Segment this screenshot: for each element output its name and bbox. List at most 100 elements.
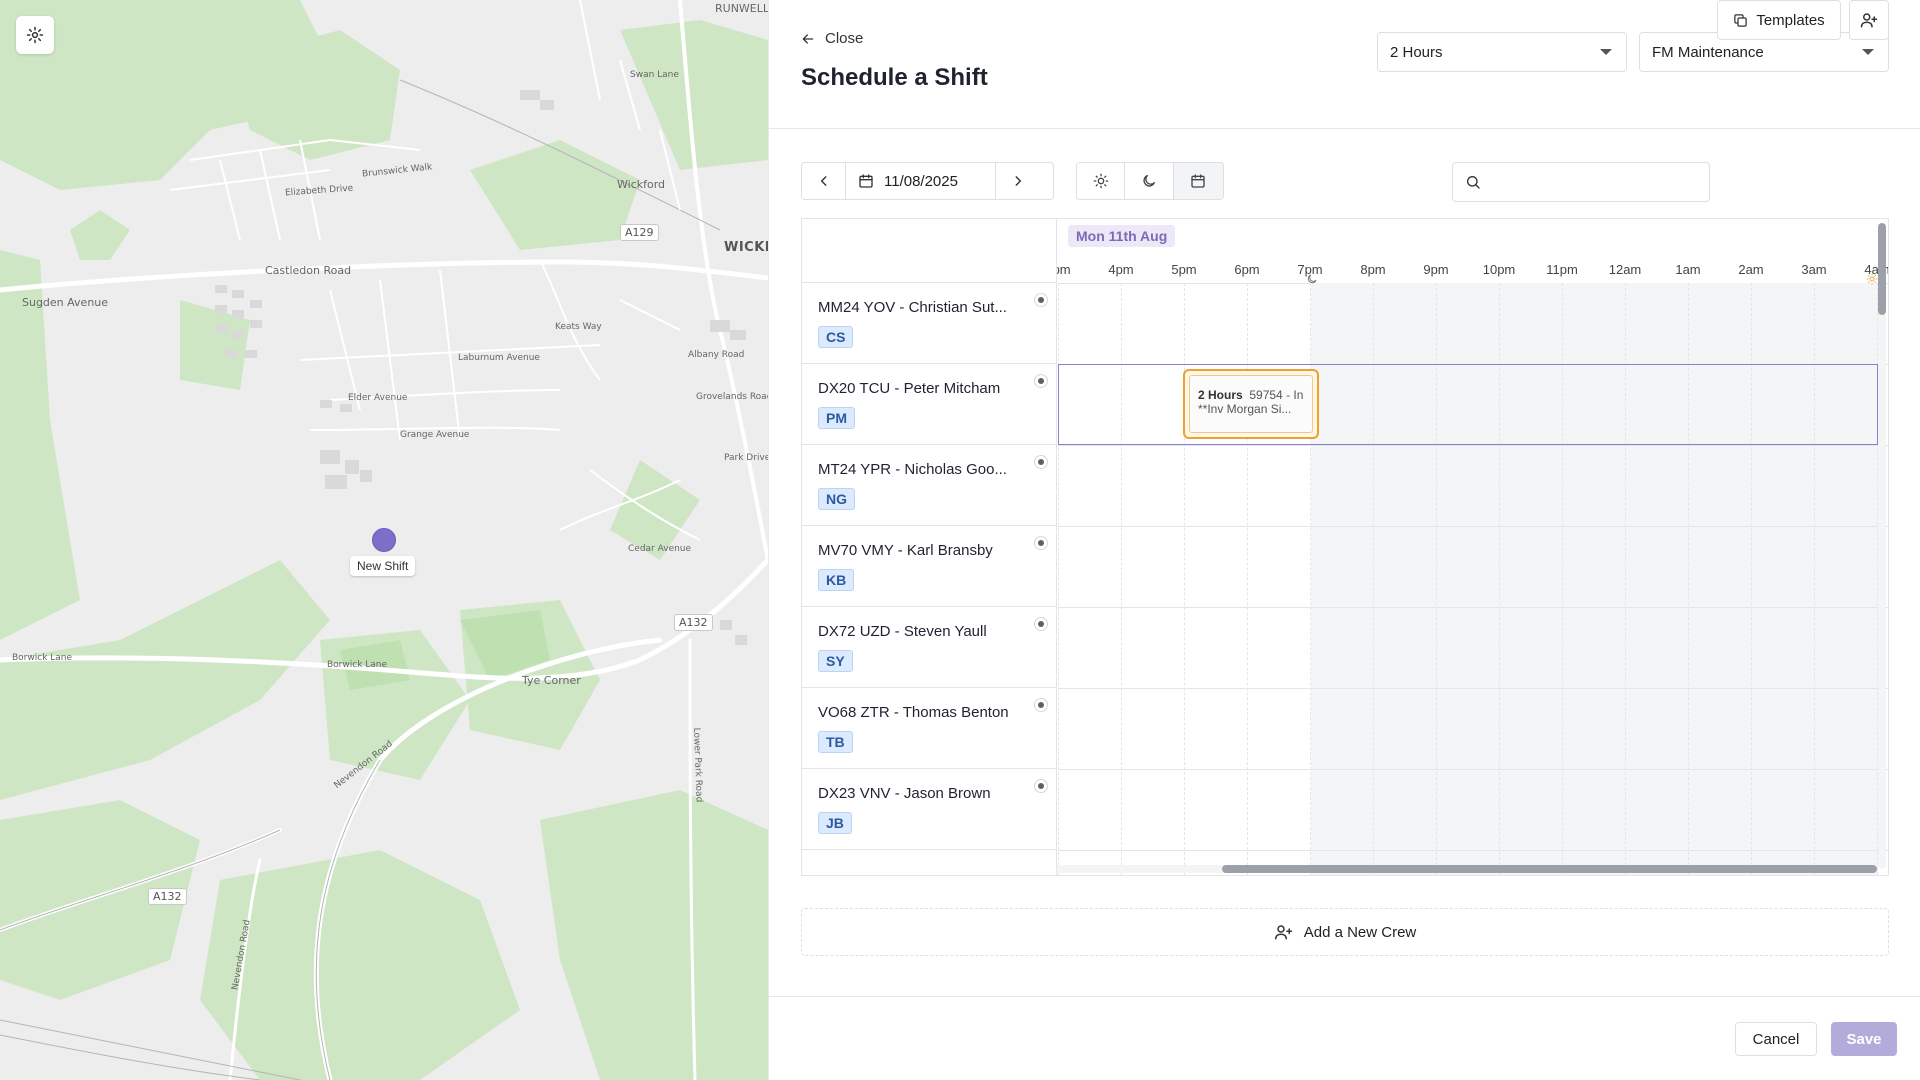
crew-name: DX23 VNV - Jason Brown	[818, 785, 991, 802]
map-label-albany-road: Albany Road	[688, 350, 745, 360]
moon-icon	[1307, 274, 1317, 284]
map-label-elder-avenue: Elder Avenue	[348, 393, 408, 403]
crew-menu-icon[interactable]	[1034, 455, 1048, 469]
hour-label: 10pm	[1482, 262, 1516, 277]
crew-menu-icon[interactable]	[1034, 698, 1048, 712]
hour-label: 8pm	[1360, 262, 1386, 277]
schedule-grid: MM24 YOV - Christian Sut... CS DX20 TCU - …	[801, 218, 1889, 876]
crew-row[interactable]: MT24 YPR - Nicholas Goo... NG	[802, 445, 1056, 526]
hour-label: 4pm	[1108, 262, 1134, 277]
map-label-runwell: RUNWELL	[715, 2, 768, 15]
night-view-button[interactable]	[1125, 163, 1174, 199]
map-label-borwick-lane-west: Borwick Lane	[12, 653, 73, 663]
hour-label: 12am	[1608, 262, 1642, 277]
crew-initials-badge: JB	[818, 812, 852, 834]
crew-row[interactable]: DX72 UZD - Steven Yaull SY	[802, 607, 1056, 688]
shift-block[interactable]: 2 Hours 59754 - In **Inv Morgan Si...	[1183, 369, 1319, 439]
hour-label: 3am	[1801, 262, 1827, 277]
search-icon	[1467, 176, 1480, 189]
next-day-button[interactable]	[996, 163, 1040, 199]
crew-initials-badge: KB	[818, 569, 855, 591]
crew-name: MM24 YOV - Christian Sut...	[818, 299, 1007, 316]
row-gridline	[1058, 850, 1888, 851]
map-label-wickford: Wickford	[617, 178, 666, 191]
crew-row[interactable]: DX20 TCU - Peter Mitcham PM	[802, 364, 1056, 445]
map-label-cedar-avenue: Cedar Avenue	[628, 544, 692, 554]
close-button[interactable]: Close	[801, 30, 863, 47]
map-label-castledon-road: Castledon Road	[265, 264, 352, 277]
day-view-button[interactable]	[1077, 163, 1126, 199]
page-title: Schedule a Shift	[801, 64, 988, 91]
row-gridline	[1058, 769, 1888, 770]
user-plus-icon	[1860, 13, 1878, 28]
day-label: Mon 11th Aug	[1068, 225, 1176, 247]
crew-menu-icon[interactable]	[1034, 779, 1048, 793]
vertical-scrollbar-thumb[interactable]	[1878, 223, 1886, 315]
crew-initials-badge: PM	[818, 407, 855, 429]
map-settings-button[interactable]	[16, 16, 54, 54]
hour-label: 11pm	[1546, 262, 1578, 277]
crew-row[interactable]: VO68 ZTR - Thomas Benton TB	[802, 688, 1056, 769]
vertical-scrollbar[interactable]	[1878, 223, 1886, 869]
previous-day-button[interactable]	[802, 163, 846, 199]
gear-icon	[26, 26, 44, 44]
crew-list: MM24 YOV - Christian Sut... CS DX20 TCU - …	[802, 219, 1057, 875]
calendar-icon	[859, 174, 873, 188]
crew-menu-icon[interactable]	[1034, 374, 1048, 388]
map-label-laburnum-avenue: Laburnum Avenue	[458, 353, 540, 363]
caret-down-icon	[1862, 49, 1874, 55]
horizontal-scrollbar-thumb[interactable]	[1222, 865, 1877, 873]
crew-initials-badge: CS	[818, 326, 854, 348]
add-user-button[interactable]	[1849, 0, 1889, 40]
crew-row[interactable]: DX23 VNV - Jason Brown JB	[802, 769, 1056, 850]
shift-block-content: 2 Hours 59754 - In **Inv Morgan Si...	[1189, 375, 1313, 433]
chevron-left-icon	[820, 176, 826, 186]
sun-icon	[1093, 173, 1109, 189]
chevron-right-icon	[1015, 176, 1022, 186]
add-crew-label: Add a New Crew	[1303, 923, 1417, 941]
search-input[interactable]	[1489, 174, 1709, 190]
shift-duration: 2 Hours	[1198, 388, 1243, 402]
arrow-left-icon	[802, 33, 814, 44]
moon-icon	[1143, 175, 1156, 187]
timeline[interactable]: Mon 11th Aug 3pm 4pm 5pm 6pm 7pm 8pm 9pm 10pm 11…	[1045, 219, 1888, 875]
crew-menu-icon[interactable]	[1034, 617, 1048, 631]
date-navigator: 11/08/2025	[801, 162, 1054, 200]
date-value: 11/08/2025	[884, 172, 958, 190]
hour-label: 2am	[1738, 262, 1764, 277]
map-label-grovelands-road: Grovelands Road	[696, 392, 768, 402]
crew-search[interactable]	[1452, 162, 1710, 202]
crew-menu-icon[interactable]	[1034, 536, 1048, 550]
row-gridline	[1058, 688, 1888, 689]
crew-initials-badge: SY	[818, 650, 853, 672]
add-crew-button[interactable]: Add a New Crew	[801, 908, 1889, 956]
header-divider	[769, 128, 1920, 129]
shift-job: 59754 - In	[1249, 388, 1304, 402]
map-label-sugden-avenue: Sugden Avenue	[22, 296, 109, 309]
shift-customer: **Inv Morgan Si...	[1198, 402, 1292, 416]
map-label-keats-way: Keats Way	[555, 322, 602, 332]
caret-down-icon	[1600, 49, 1612, 55]
map-view[interactable]: RUNWELL Wickford WICKFO Swan Lane Castle…	[0, 0, 768, 1080]
row-gridline	[1058, 445, 1888, 446]
view-mode-toggle	[1076, 162, 1224, 200]
crew-row[interactable]: MM24 YOV - Christian Sut... CS	[802, 283, 1056, 364]
footer-divider	[769, 996, 1920, 997]
map-label-wickford-town: WICKFO	[724, 240, 768, 255]
full-day-view-button[interactable]	[1173, 163, 1223, 199]
save-button[interactable]: Save	[1831, 1022, 1897, 1056]
new-shift-marker-label: New Shift	[350, 556, 416, 576]
crew-menu-icon[interactable]	[1034, 293, 1048, 307]
crew-row[interactable]: MV70 VMY - Karl Bransby KB	[802, 526, 1056, 607]
hour-label: 5pm	[1171, 262, 1197, 277]
crew-name: VO68 ZTR - Thomas Benton	[818, 704, 1009, 721]
duration-select[interactable]: 2 Hours	[1377, 32, 1627, 72]
templates-button[interactable]: Templates	[1717, 0, 1841, 40]
hour-label: 6pm	[1234, 262, 1260, 277]
hour-label: 1am	[1675, 262, 1701, 277]
cancel-button[interactable]: Cancel	[1735, 1022, 1817, 1056]
date-picker[interactable]: 11/08/2025	[846, 163, 996, 199]
new-shift-marker[interactable]	[372, 528, 396, 552]
selected-crew-row	[1058, 364, 1878, 445]
users-plus-icon	[1274, 925, 1292, 940]
